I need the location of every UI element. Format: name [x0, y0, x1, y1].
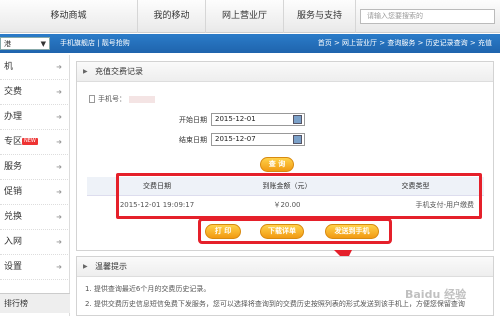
watermark-logo: Baidu 经验 [405, 288, 467, 301]
triangle-right-icon: ▶ [83, 263, 88, 270]
tips-title: 温馨提示 [95, 262, 127, 271]
tips-header: ▶ 温馨提示 [77, 257, 493, 277]
